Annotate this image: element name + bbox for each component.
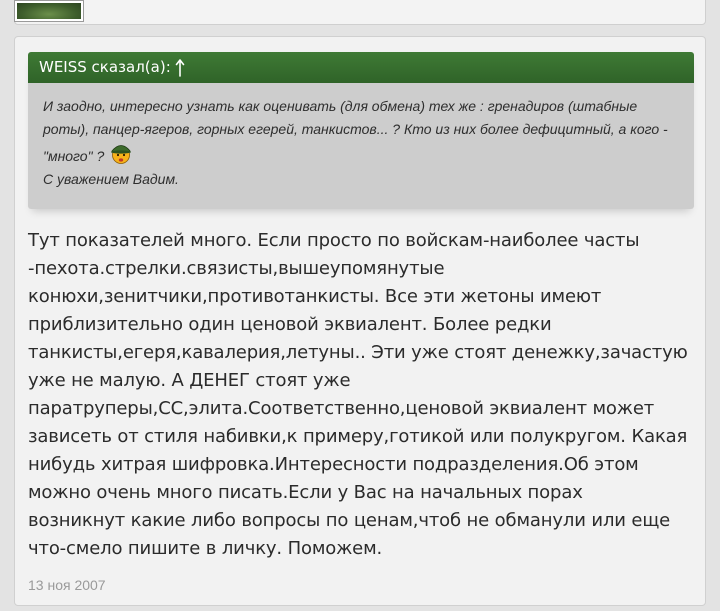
message-line: уже не малую. А ДЕНЕГ стоят уже xyxy=(28,370,351,391)
thumbnail-image xyxy=(17,3,81,19)
message-text: Тут показателей много. Если просто по во… xyxy=(28,227,700,563)
message-line: -пехота.стрелки.связисты,вышеупомянутые xyxy=(28,258,445,279)
message-line: приблизительно один ценовой эквиалент. Б… xyxy=(28,314,552,335)
message-line: паратруперы,СС,элита.Соответственно,цено… xyxy=(28,398,655,419)
message-line: возникнут какие либо вопросы по ценам,чт… xyxy=(28,510,671,531)
quote-body: И заодно, интересно узнать как оценивать… xyxy=(28,83,694,209)
message-line: можно очень много писать.Если у Вас на н… xyxy=(28,482,583,503)
soldier-smiley-icon xyxy=(110,141,132,165)
quote-header: WEISS сказал(а): xyxy=(28,52,694,83)
quote-author-link[interactable]: WEISS сказал(а): xyxy=(39,52,171,83)
forum-post: WEISS сказал(а): И заодно, интересно узн… xyxy=(14,36,706,606)
quote-line: роты), панцер-ягеров, горных егерей, тан… xyxy=(43,121,668,137)
post-date[interactable]: 13 ноя 2007 xyxy=(28,577,106,593)
message-line: нибудь хитрая шифровка.Интересности подр… xyxy=(28,454,639,475)
jump-to-quote-arrow-icon[interactable] xyxy=(175,58,185,77)
message-line: что-смело пишите в личку. Поможем. xyxy=(28,538,383,559)
quote-line: "много" ? xyxy=(43,148,105,164)
message-line: конюхи,зенитчики,противотанкисты. Все эт… xyxy=(28,286,602,307)
previous-post xyxy=(14,0,706,25)
quote-line: И заодно, интересно узнать как оценивать… xyxy=(43,98,638,114)
message-line: танкисты,егеря,кавалерия,летуны.. Эти уж… xyxy=(28,342,688,363)
quote-signature: С уважением Вадим. xyxy=(43,171,179,187)
quote-line-with-smiley: "много" ? xyxy=(43,141,679,168)
message-line: зависеть от стиля набивки,к примеру,готи… xyxy=(28,426,688,447)
previous-post-thumbnail[interactable] xyxy=(14,0,84,22)
message-line: Тут показателей много. Если просто по во… xyxy=(28,230,640,251)
quote-block: WEISS сказал(а): И заодно, интересно узн… xyxy=(28,52,694,209)
